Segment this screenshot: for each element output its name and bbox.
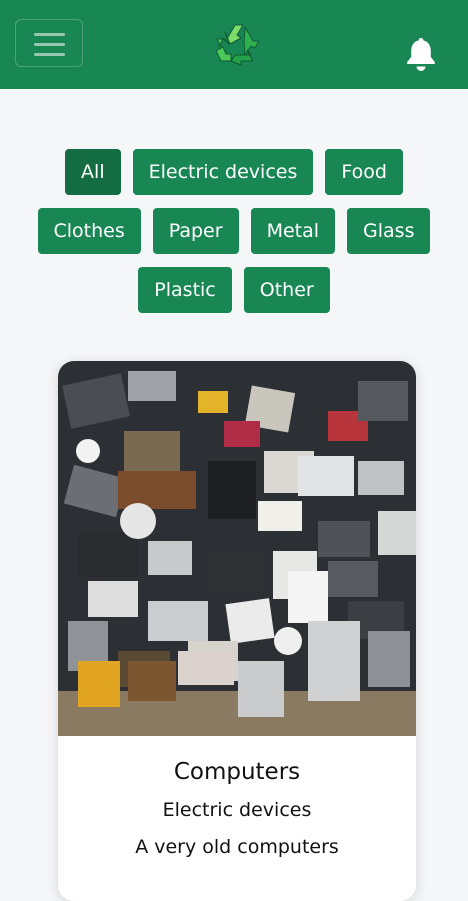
filter-clothes-button[interactable]: Clothes xyxy=(37,208,141,254)
filter-paper-button[interactable]: Paper xyxy=(152,208,239,254)
top-navbar xyxy=(0,0,468,89)
filter-metal-button[interactable]: Metal xyxy=(250,208,336,254)
item-title: Computers xyxy=(173,759,301,785)
filter-food-button[interactable]: Food xyxy=(325,149,403,195)
filter-electric-devices-button[interactable]: Electric devices xyxy=(132,149,314,195)
filter-other-button[interactable]: Other xyxy=(243,267,330,313)
bell-icon[interactable] xyxy=(405,37,437,71)
item-category: Electric devices xyxy=(162,799,312,821)
menu-toggle-button[interactable] xyxy=(15,19,83,67)
filter-glass-button[interactable]: Glass xyxy=(347,208,431,254)
hamburger-icon-bar xyxy=(34,43,65,46)
item-card[interactable]: Computers Electric devices A very old co… xyxy=(58,361,416,901)
filter-all-button[interactable]: All xyxy=(65,149,121,195)
electronic-waste-photo xyxy=(58,361,416,736)
hamburger-icon-bar xyxy=(34,33,65,36)
filter-plastic-button[interactable]: Plastic xyxy=(138,267,232,313)
item-description: A very old computers xyxy=(135,836,339,858)
category-filter-bar: All Electric devices Food Clothes Paper … xyxy=(0,149,468,313)
hamburger-icon-bar xyxy=(34,53,65,56)
recycle-icon[interactable] xyxy=(211,17,265,71)
